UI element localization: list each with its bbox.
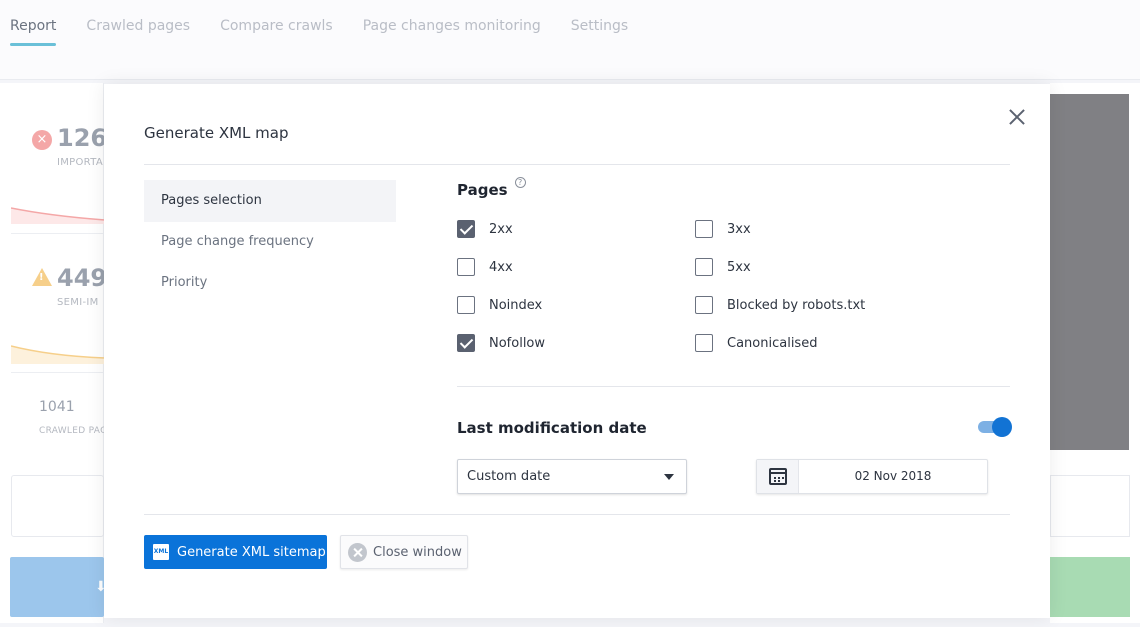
stat-crawled-label: CRAWLED PAG (39, 426, 108, 436)
help-icon[interactable]: ? (514, 177, 526, 188)
caret-down-icon (664, 474, 674, 480)
close-window-button[interactable]: Close window (340, 535, 468, 569)
checkbox-box[interactable] (457, 334, 475, 352)
calendar-icon (769, 468, 787, 485)
close-button-label: Close window (373, 544, 462, 560)
sidenav-item-page-change-frequency[interactable]: Page change frequency (144, 221, 396, 263)
checkbox-box[interactable] (457, 296, 475, 314)
tab-settings[interactable]: Settings (571, 0, 628, 46)
checkbox-label: 3xx (727, 221, 751, 237)
close-circle-icon (348, 542, 367, 562)
pages-title-text: Pages (457, 181, 508, 199)
background-divider (11, 372, 104, 373)
tab-bar: Report Crawled pages Compare crawls Page… (10, 0, 658, 46)
semi-trend-line (11, 345, 105, 364)
important-trend-line (11, 207, 105, 224)
dialog-title: Generate XML map (144, 124, 289, 142)
calendar-button[interactable] (757, 460, 799, 493)
checkbox-box[interactable] (457, 258, 475, 276)
stat-semi-value: 449 (57, 264, 108, 292)
background-green-button (1050, 557, 1130, 617)
checkbox-label: 5xx (727, 259, 751, 275)
pages-section: Pages ? 2xx 3xx 4xx 5xx Noindex Blocked … (457, 177, 1010, 352)
sidenav-item-pages-selection[interactable]: Pages selection (144, 180, 396, 222)
tab-page-changes-monitoring[interactable]: Page changes monitoring (363, 0, 541, 46)
divider (144, 164, 1010, 165)
date-type-select-value: Custom date (467, 469, 551, 484)
stat-important-label: IMPORTA (57, 157, 103, 168)
checkbox-canonicalised[interactable]: Canonicalised (695, 334, 817, 352)
pages-title: Pages ? (457, 177, 526, 199)
checkbox-label: Nofollow (489, 335, 546, 351)
checkbox-3xx[interactable]: 3xx (695, 220, 751, 238)
background-divider (11, 233, 104, 234)
checkbox-box[interactable] (457, 220, 475, 238)
last-modification-title: Last modification date (457, 419, 647, 437)
divider (457, 514, 1010, 515)
checkbox-5xx[interactable]: 5xx (695, 258, 751, 276)
stat-important: 126 (57, 124, 107, 152)
divider (144, 514, 457, 515)
generate-button-label: Generate XML sitemap (177, 544, 326, 560)
checkbox-label: Blocked by robots.txt (727, 297, 866, 313)
background-card (1050, 475, 1130, 537)
generate-xml-sitemap-button[interactable]: XML Generate XML sitemap (144, 535, 327, 569)
background-download-button: ⬇ (10, 557, 107, 617)
error-icon: × (32, 130, 52, 150)
checkbox-label: 2xx (489, 221, 513, 237)
sidenav-item-priority[interactable]: Priority (144, 262, 396, 304)
checkbox-box[interactable] (695, 296, 713, 314)
divider (457, 386, 1010, 387)
date-picker[interactable]: 02 Nov 2018 (756, 459, 988, 494)
stat-semi-label: SEMI-IM (57, 297, 99, 308)
generate-xml-map-dialog: Generate XML map Pages selection Page ch… (104, 84, 1050, 618)
top-nav: Report Crawled pages Compare crawls Page… (0, 0, 1140, 80)
stat-crawled-value: 1041 (39, 399, 75, 415)
checkbox-4xx[interactable]: 4xx (457, 258, 513, 276)
toggle-knob (992, 417, 1012, 437)
close-icon[interactable] (1006, 106, 1028, 128)
xml-icon: XML (153, 544, 169, 560)
checkbox-noindex[interactable]: Noindex (457, 296, 542, 314)
checkbox-label: Noindex (489, 297, 543, 313)
dialog-sidenav: Pages selection Page change frequency Pr… (144, 180, 396, 303)
date-value: 02 Nov 2018 (854, 469, 932, 483)
checkbox-nofollow[interactable]: Nofollow (457, 334, 545, 352)
date-type-select[interactable]: Custom date (457, 459, 687, 494)
checkbox-label: 4xx (489, 259, 513, 275)
checkbox-box[interactable] (695, 220, 713, 238)
warning-icon: ! (32, 268, 52, 286)
last-modification-toggle[interactable] (978, 417, 1012, 437)
background-image-block (1050, 94, 1129, 450)
checkbox-box[interactable] (695, 258, 713, 276)
tab-crawled-pages[interactable]: Crawled pages (86, 0, 190, 46)
stat-semi-important: 449 (57, 264, 107, 292)
checkbox-2xx[interactable]: 2xx (457, 220, 513, 238)
tab-report[interactable]: Report (10, 0, 57, 46)
stat-important-value: 126 (57, 124, 108, 152)
background-card (11, 475, 104, 537)
checkbox-box[interactable] (695, 334, 713, 352)
checkbox-label: Canonicalised (727, 335, 818, 351)
checkbox-blocked-by-robots[interactable]: Blocked by robots.txt (695, 296, 865, 314)
tab-compare-crawls[interactable]: Compare crawls (220, 0, 333, 46)
